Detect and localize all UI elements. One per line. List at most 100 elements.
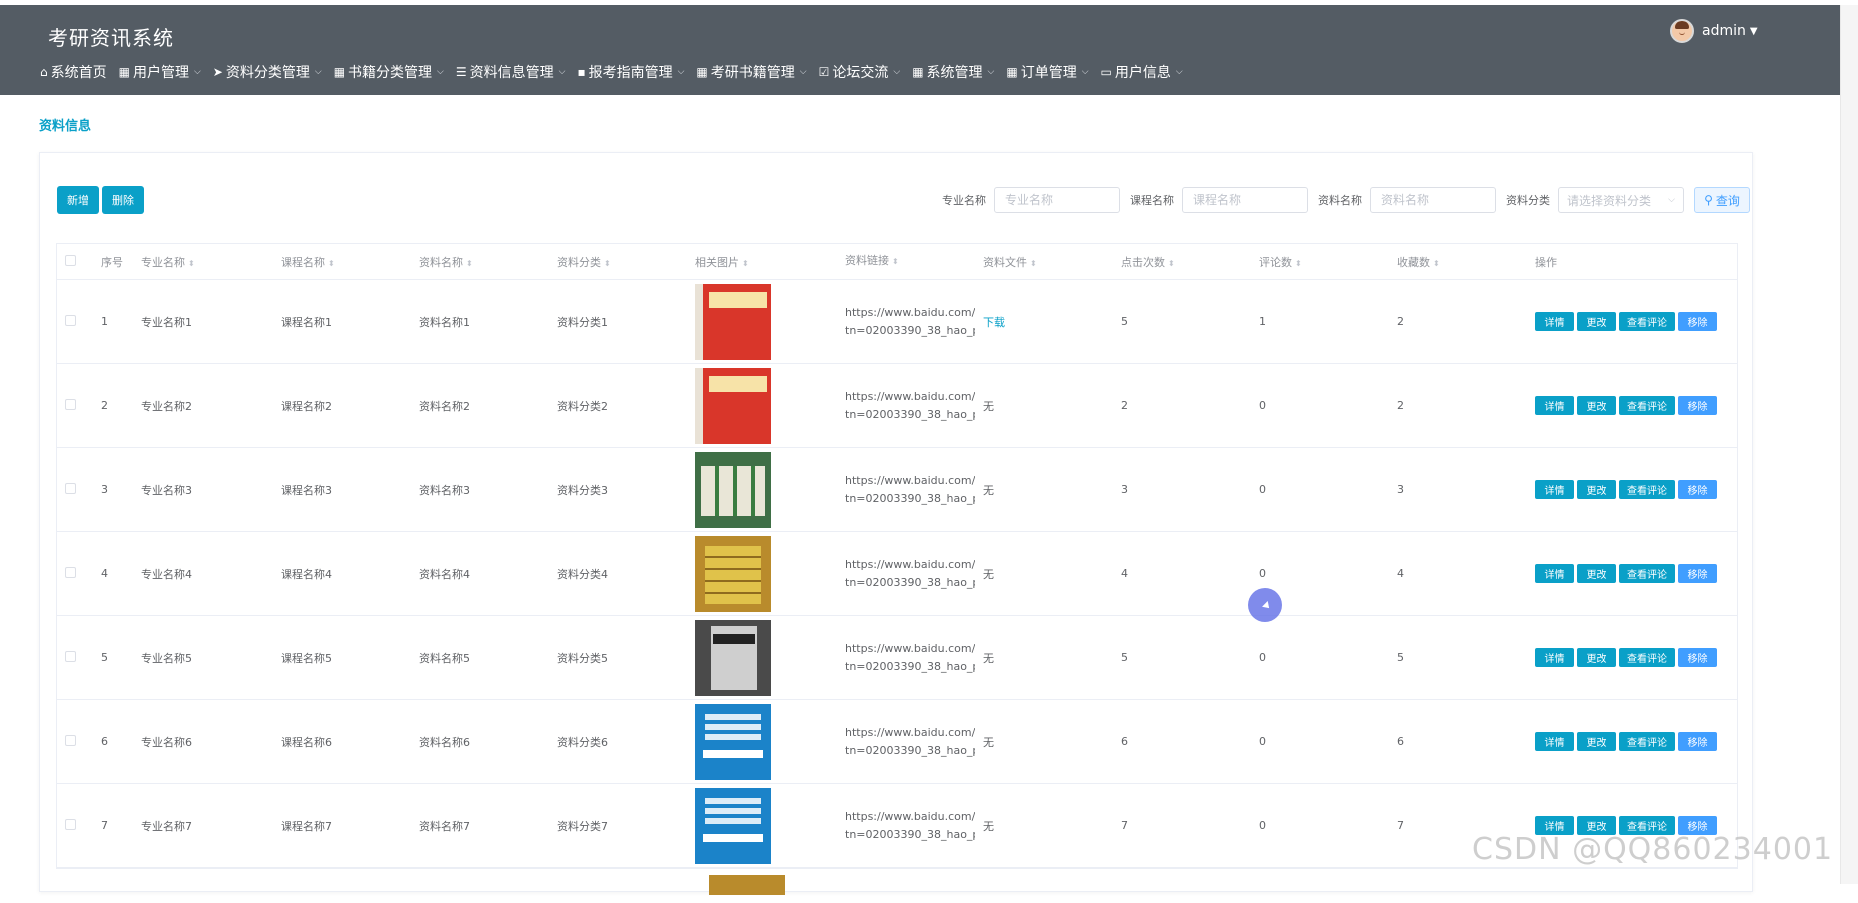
view-comments-button[interactable]: 查看评论 [1619,648,1675,667]
cell-ops: 详情 更改 查看评论 移除 [1527,732,1717,751]
cell-image [687,367,837,444]
grid-icon: ▦ [118,65,130,79]
remove-button[interactable]: 移除 [1678,732,1717,751]
row-thumbnail[interactable] [695,283,771,360]
col-name[interactable]: 资料名称 ⬍ [411,254,549,270]
file-download-link: 无 [983,819,994,833]
cell-category: 资料分类1 [557,315,608,329]
col-course[interactable]: 课程名称 ⬍ [273,254,411,270]
category-select[interactable]: 请选择资料分类 ⌵ [1558,187,1684,213]
delete-button[interactable]: 删除 [102,186,144,214]
edit-button[interactable]: 更改 [1577,396,1616,415]
col-clicks[interactable]: 点击次数 ⬍ [1113,254,1251,270]
detail-button[interactable]: 详情 [1535,732,1574,751]
detail-button[interactable]: 详情 [1535,564,1574,583]
nav-item-0[interactable]: ⌂ 系统首页 [40,62,107,82]
remove-button[interactable]: 移除 [1678,312,1717,331]
row-checkbox[interactable] [65,314,76,326]
sort-icon: ⬍ [604,258,611,268]
cell-name: 资料名称3 [419,483,470,497]
cell-name: 资料名称7 [419,819,470,833]
sort-icon: ⬍ [466,258,473,268]
major-search-input[interactable] [994,187,1120,213]
remove-button[interactable]: 移除 [1678,564,1717,583]
col-category[interactable]: 资料分类 ⬍ [549,254,687,270]
col-file[interactable]: 资料文件 ⬍ [975,254,1113,270]
view-comments-button[interactable]: 查看评论 [1619,312,1675,331]
edit-button[interactable]: 更改 [1577,312,1616,331]
cell-comments: 0 [1259,735,1266,748]
row-thumbnail[interactable] [695,703,771,780]
cell-major: 专业名称3 [141,483,192,497]
row-checkbox[interactable] [65,482,76,494]
nav-item-1[interactable]: ▦ 用户管理 ⌵ [119,62,201,82]
cell-course: 课程名称2 [281,399,332,413]
user-menu[interactable]: admin ▼ [1670,19,1758,43]
select-all-checkbox[interactable] [65,254,76,266]
col-image[interactable]: 相关图片 ⬍ [687,254,837,270]
chevron-down-icon: ⌵ [987,67,995,77]
cell-category: 资料分类5 [557,651,608,665]
detail-button[interactable]: 详情 [1535,648,1574,667]
nav-item-9[interactable]: ▦ 订单管理 ⌵ [1006,62,1088,82]
row-checkbox[interactable] [65,566,76,578]
edit-button[interactable]: 更改 [1577,732,1616,751]
col-major[interactable]: 专业名称 ⬍ [133,254,273,270]
remove-button[interactable]: 移除 [1678,648,1717,667]
view-comments-button[interactable]: 查看评论 [1619,564,1675,583]
col-index: 序号 [101,255,123,269]
cell-major: 专业名称4 [141,567,192,581]
nav-item-6[interactable]: ▦ 考研书籍管理 ⌵ [696,62,806,82]
window-icon: ▭ [1100,65,1112,79]
remove-button[interactable]: 移除 [1678,396,1717,415]
nav-item-4[interactable]: ☰ 资料信息管理 ⌵ [456,62,566,82]
cell-comments: 1 [1259,315,1266,328]
breadcrumb[interactable]: 资料信息 [39,115,91,134]
detail-button[interactable]: 详情 [1535,312,1574,331]
cell-comments: 0 [1259,483,1266,496]
edit-button[interactable]: 更改 [1577,648,1616,667]
row-thumbnail[interactable] [695,367,771,444]
major-label: 专业名称 [942,194,986,207]
row-thumbnail[interactable] [695,787,771,864]
nav-item-2[interactable]: ➤ 资料分类管理 ⌵ [213,62,322,82]
nav-item-label: 资料分类管理 [225,65,310,81]
app-title: 考研资讯系统 [48,26,174,50]
row-thumbnail[interactable] [695,619,771,696]
nav-item-label: 报考指南管理 [588,65,673,81]
page-scrollbar[interactable] [1840,5,1858,884]
remove-button[interactable]: 移除 [1678,480,1717,499]
add-button[interactable]: 新增 [57,186,99,214]
row-checkbox[interactable] [65,650,76,662]
row-checkbox[interactable] [65,398,76,410]
row-checkbox[interactable] [65,818,76,830]
name-search-input[interactable] [1370,187,1496,213]
edit-button[interactable]: 更改 [1577,564,1616,583]
nav-item-7[interactable]: ☑ 论坛交流 ⌵ [819,62,901,82]
col-link[interactable]: 资料链接 ⬍ [837,252,975,271]
user-name: admin [1702,23,1746,39]
row-thumbnail[interactable] [695,451,771,528]
col-favorites[interactable]: 收藏数 ⬍ [1389,254,1527,270]
nav-item-8[interactable]: ▦ 系统管理 ⌵ [912,62,994,82]
query-button[interactable]: ⚲ 查询 [1694,187,1750,213]
detail-button[interactable]: 详情 [1535,396,1574,415]
row-checkbox[interactable] [65,734,76,746]
nav-item-5[interactable]: ▪ 报考指南管理 ⌵ [577,62,684,82]
view-comments-button[interactable]: 查看评论 [1619,732,1675,751]
data-table: 序号 专业名称 ⬍ 课程名称 ⬍ 资料名称 ⬍ 资料分类 ⬍ 相关图片 ⬍ 资料链接 ⬍ 资… [56,243,1738,869]
cell-image [687,619,837,696]
cell-major: 专业名称5 [141,651,192,665]
nav-item-10[interactable]: ▭ 用户信息 ⌵ [1101,62,1183,82]
view-comments-button[interactable]: 查看评论 [1619,480,1675,499]
cell-category: 资料分类2 [557,399,608,413]
view-comments-button[interactable]: 查看评论 [1619,396,1675,415]
col-comments-label: 评论数 [1259,255,1292,269]
course-search-input[interactable] [1182,187,1308,213]
file-download-link[interactable]: 下载 [983,316,1005,329]
edit-button[interactable]: 更改 [1577,480,1616,499]
nav-item-3[interactable]: ▦ 书籍分类管理 ⌵ [334,62,444,82]
col-comments[interactable]: 评论数 ⬍ [1251,254,1389,270]
detail-button[interactable]: 详情 [1535,480,1574,499]
row-thumbnail[interactable] [695,535,771,612]
